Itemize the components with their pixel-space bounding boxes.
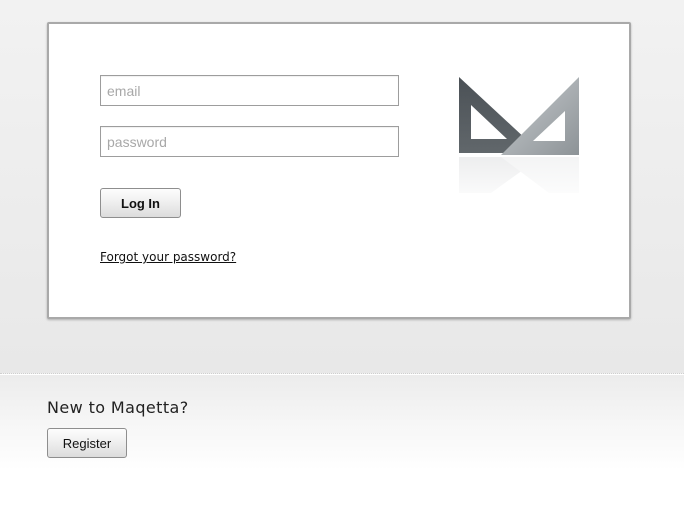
login-background: Log In Forgot your password? [0, 0, 684, 374]
register-button[interactable]: Register [47, 428, 127, 458]
login-button[interactable]: Log In [100, 188, 181, 218]
maqetta-logo-icon [457, 77, 581, 207]
forgot-password-link[interactable]: Forgot your password? [100, 250, 236, 264]
logo-light-triangle [501, 77, 579, 155]
login-card: Log In Forgot your password? [47, 22, 631, 319]
email-input[interactable] [100, 75, 399, 106]
password-input[interactable] [100, 126, 399, 157]
new-user-heading: New to Maqetta? [47, 398, 189, 417]
